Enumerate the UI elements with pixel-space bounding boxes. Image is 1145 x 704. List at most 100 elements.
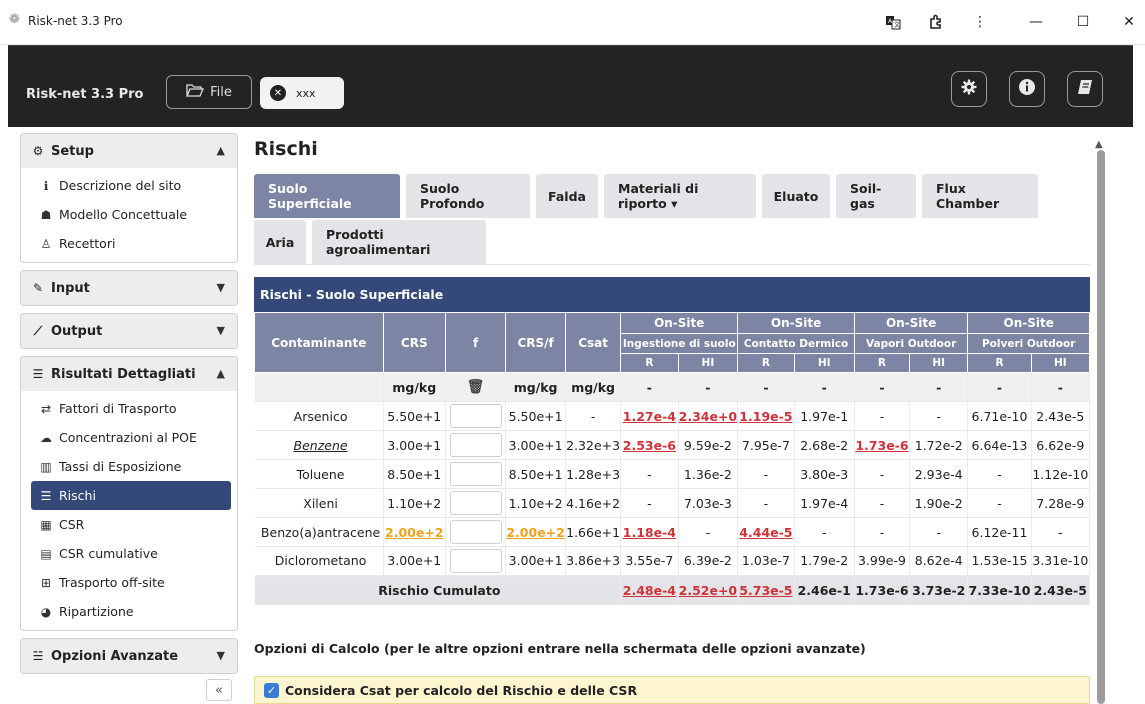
tab-aria[interactable]: Aria	[254, 220, 306, 264]
close-button[interactable]: ✕	[1117, 10, 1141, 34]
project-tab[interactable]: ✕ xxx	[260, 77, 344, 109]
cell-value: 7.03e-3	[678, 488, 739, 518]
header-onsite: On-Site	[853, 312, 969, 334]
file-button[interactable]: File	[166, 75, 252, 109]
settings-button[interactable]	[951, 71, 987, 107]
cell-csat: -	[565, 401, 622, 431]
tab-suolo-profondo[interactable]: Suolo Profondo	[406, 174, 530, 218]
cell-value: 2.34e+0	[678, 401, 739, 431]
tab-soil-gas[interactable]: Soil-gas	[836, 174, 916, 218]
sidebar-item-csr-cumulative[interactable]: ▤ CSR cumulative	[21, 539, 237, 568]
contaminant-name: Diclorometano	[254, 546, 384, 576]
units-dash: -	[794, 372, 855, 402]
header-f: f	[444, 312, 507, 373]
cell-value: -	[967, 459, 1032, 489]
sidebar-item-label: Modello Concettuale	[59, 207, 188, 222]
sidebar-item-concentrazioni[interactable]: ☁ Concentrazioni al POE	[21, 423, 237, 452]
cell-cumulative: 5.73e-5	[737, 574, 795, 605]
f-input[interactable]	[449, 548, 502, 573]
info-button[interactable]	[1009, 71, 1045, 107]
sidebar-item-ripartizione[interactable]: ◕ Ripartizione	[21, 597, 237, 626]
page-title: Rischi	[254, 138, 318, 160]
tab-prodotti-agroalimentari[interactable]: Prodotti agroalimentari	[312, 220, 486, 264]
tab-flux-chamber[interactable]: Flux Chamber	[922, 174, 1038, 218]
sidebar-item-trasporto[interactable]: ⊞ Trasporto off-site	[21, 568, 237, 597]
cell-crs: 2.00e+2	[383, 517, 446, 547]
close-project-icon[interactable]: ✕	[270, 85, 286, 101]
header-r: R	[737, 353, 795, 373]
cell-value: -	[1031, 517, 1091, 547]
collapse-sidebar-button[interactable]: «	[206, 679, 232, 701]
tab-suolo-superficiale[interactable]: Suolo Superficiale	[254, 174, 400, 218]
clear-f-button[interactable]: 🗑	[445, 372, 507, 402]
sidebar-item-tassi[interactable]: ▥ Tassi di Esposizione	[21, 452, 237, 481]
cell-crs: 3.00e+1	[383, 546, 446, 576]
app-logo-icon: ❁	[9, 12, 20, 27]
risultati-label: Risultati Dettagliati	[51, 366, 196, 382]
cell-value: 4.44e-5	[737, 517, 795, 547]
header-r: R	[620, 353, 679, 373]
manual-button[interactable]	[1067, 71, 1103, 107]
sidebar-item-descrizione[interactable]: ℹ Descrizione del sito	[21, 171, 237, 200]
cell-value: 1.19e-5	[737, 401, 795, 431]
sidebar-item-fattori[interactable]: ⇄ Fattori di Trasporto	[21, 394, 237, 423]
cell-csat: 1.66e+1	[565, 517, 622, 547]
f-input[interactable]	[449, 520, 502, 544]
header-hi: HI	[909, 353, 969, 373]
cell-value: 6.71e-10	[967, 401, 1032, 431]
cell-value: 2.43e-5	[1031, 401, 1091, 431]
setup-header[interactable]: ⚙ Setup ▲	[21, 134, 237, 168]
tab-materiali-di-riporto[interactable]: Materiali di riporto ▾	[604, 174, 756, 218]
scroll-up-arrow[interactable]: ▲	[1095, 139, 1105, 150]
cell-crs: 1.10e+2	[383, 488, 446, 518]
title-bar: ❁ Risk-net 3.3 Pro A文 ⋮ — ☐ ✕	[0, 0, 1145, 45]
cell-value: 1.90e-2	[909, 488, 969, 518]
table-icon: ▦	[40, 517, 52, 532]
calculator-icon: ▤	[40, 546, 52, 561]
person-icon: ♙	[40, 236, 52, 251]
f-input[interactable]	[449, 491, 502, 515]
translate-icon[interactable]: A文	[881, 10, 905, 34]
maximize-button[interactable]: ☐	[1071, 10, 1095, 34]
info-icon: ℹ	[43, 178, 49, 193]
checkbox-checked-icon[interactable]: ✓	[264, 682, 279, 698]
scrollbar-thumb[interactable]	[1097, 150, 1105, 704]
cell-value: 1.12e-10	[1031, 459, 1091, 489]
units-dash: -	[737, 372, 795, 402]
f-input[interactable]	[449, 404, 502, 428]
map-icon: ⊞	[40, 575, 52, 590]
book-icon	[1076, 78, 1094, 100]
sidebar-item-rischi[interactable]: ☰ Rischi	[31, 481, 231, 510]
cell-csat: 2.32e+3	[565, 430, 622, 460]
calc-options-label: Opzioni di Calcolo (per le altre opzioni…	[254, 641, 866, 656]
table-row: Xileni 1.10e+2 1.10e+2 4.16e+2 - 7.03e-3…	[254, 488, 1091, 518]
cell-crsf: 8.50e+1	[505, 459, 566, 489]
chevron-down-icon: ▼	[216, 281, 225, 294]
csat-option[interactable]: ✓ Considera Csat per calcolo del Rischio…	[254, 676, 1090, 704]
input-header[interactable]: ✎ Input ▼	[21, 271, 237, 305]
units-dash: -	[909, 372, 969, 402]
menu-icon[interactable]: ⋮	[968, 10, 992, 34]
setup-panel: ⚙ Setup ▲ ℹ Descrizione del sito ☗ Model…	[20, 133, 238, 263]
header-polveri-outdoor: Polveri Outdoor	[967, 333, 1090, 354]
main-content: Rischi Suolo Superficiale Suolo Profondo…	[254, 133, 1091, 704]
opzioni-header[interactable]: ☱ Opzioni Avanzate ▼	[21, 639, 237, 673]
header-hi: HI	[793, 353, 855, 373]
output-panel: ⟋ Output ▼	[20, 313, 238, 349]
f-input[interactable]	[449, 433, 502, 457]
sidebar-item-recettori[interactable]: ♙ Recettori	[21, 229, 237, 258]
cell-value: 6.12e-11	[967, 517, 1032, 547]
chevron-down-icon: ▼	[216, 649, 225, 662]
sidebar-item-csr[interactable]: ▦ CSR	[21, 510, 237, 539]
tab-eluato[interactable]: Eluato	[762, 174, 830, 218]
cell-cumulative: 7.33e-10	[967, 574, 1032, 605]
cell-value: -	[854, 517, 911, 547]
risultati-header[interactable]: ☰ Risultati Dettagliati ▲	[21, 357, 237, 391]
tab-falda[interactable]: Falda	[536, 174, 598, 218]
f-input[interactable]	[449, 462, 502, 486]
sidebar-item-modello[interactable]: ☗ Modello Concettuale	[21, 200, 237, 229]
minimize-button[interactable]: —	[1024, 10, 1048, 34]
units-empty	[254, 372, 384, 402]
output-header[interactable]: ⟋ Output ▼	[21, 314, 237, 348]
extensions-icon[interactable]	[924, 10, 948, 34]
